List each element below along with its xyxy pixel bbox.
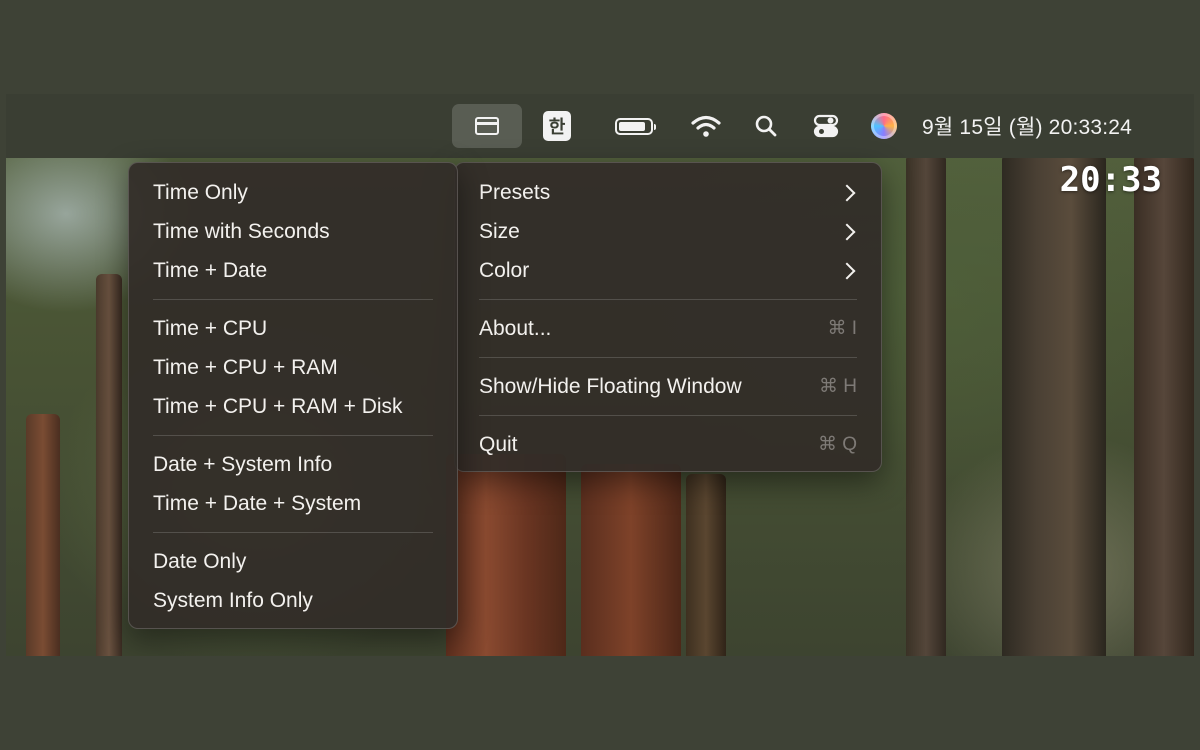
menu-separator	[479, 357, 857, 358]
input-method-label: 한	[542, 111, 572, 141]
floating-window-icon	[475, 117, 499, 135]
siri-button[interactable]	[864, 104, 904, 148]
menu-item-about[interactable]: About... ⌘ I	[455, 309, 881, 348]
tree-trunk	[26, 414, 60, 656]
preset-system-info-only[interactable]: System Info Only	[129, 581, 457, 620]
tree-trunk	[686, 474, 726, 656]
chevron-right-icon	[838, 184, 856, 201]
presets-submenu: Time Only Time with Seconds Time + Date …	[128, 162, 458, 629]
app-dropdown-menu: Presets Size Color About... ⌘ I Show/Hid…	[454, 162, 882, 472]
menubar-app-button[interactable]	[452, 104, 522, 148]
menu-item-label: Time with Seconds	[153, 219, 330, 243]
menu-item-label: Show/Hide Floating Window	[479, 374, 742, 398]
menu-item-quit[interactable]: Quit ⌘ Q	[455, 425, 881, 464]
menu-item-label: About...	[479, 316, 552, 340]
tree-trunk	[96, 274, 122, 656]
preset-time-date-system[interactable]: Time + Date + System	[129, 484, 457, 523]
wifi-icon	[691, 115, 721, 137]
preset-date-only[interactable]: Date Only	[129, 542, 457, 581]
chevron-right-icon	[838, 223, 856, 240]
menu-item-presets[interactable]: Presets	[455, 173, 881, 212]
menu-separator	[153, 532, 433, 533]
menu-separator	[153, 435, 433, 436]
chevron-right-icon	[838, 262, 856, 279]
desktop-screen: 한 9월 15일 (월) 20:33:24 20:33 Presets Size…	[6, 94, 1194, 656]
preset-time-cpu[interactable]: Time + CPU	[129, 309, 457, 348]
menu-item-shortcut: ⌘ H	[819, 376, 857, 397]
menu-item-label: Time + Date + System	[153, 491, 362, 515]
spotlight-button[interactable]	[748, 104, 784, 148]
menu-item-label: Date + System Info	[153, 452, 333, 476]
battery-icon	[615, 117, 656, 135]
tree-trunk	[1002, 154, 1106, 656]
menubar-clock[interactable]: 9월 15일 (월) 20:33:24	[922, 104, 1172, 148]
menu-separator	[479, 299, 857, 300]
stage: 한 9월 15일 (월) 20:33:24 20:33 Presets Size…	[0, 0, 1200, 750]
menu-item-color[interactable]: Color	[455, 251, 881, 290]
menu-item-label: System Info Only	[153, 588, 313, 612]
menu-item-label: Time + Date	[153, 258, 268, 282]
menu-item-label: Date Only	[153, 549, 247, 573]
tree-trunk	[1134, 154, 1194, 656]
tree-trunk	[446, 454, 566, 656]
menu-item-label: Time + CPU + RAM	[153, 355, 338, 379]
menu-separator	[153, 299, 433, 300]
siri-icon	[871, 113, 897, 139]
menu-item-label: Time + CPU + RAM + Disk	[153, 394, 403, 418]
preset-time-cpu-ram[interactable]: Time + CPU + RAM	[129, 348, 457, 387]
menubar-clock-text: 9월 15일 (월) 20:33:24	[922, 116, 1133, 139]
preset-time-cpu-ram-disk[interactable]: Time + CPU + RAM + Disk	[129, 387, 457, 426]
menu-separator	[479, 415, 857, 416]
preset-date-system-info[interactable]: Date + System Info	[129, 445, 457, 484]
control-center-icon	[813, 114, 839, 138]
menu-item-shortcut: ⌘ Q	[817, 434, 857, 455]
input-method-button[interactable]: 한	[537, 104, 577, 148]
menu-item-label: Time + CPU	[153, 316, 268, 340]
wifi-button[interactable]	[686, 104, 726, 148]
menu-bar: 한 9월 15일 (월) 20:33:24	[6, 94, 1194, 158]
preset-time-date[interactable]: Time + Date	[129, 251, 457, 290]
menu-item-label: Quit	[479, 432, 518, 456]
menu-item-size[interactable]: Size	[455, 212, 881, 251]
search-icon	[755, 115, 777, 137]
menu-item-label: Presets	[479, 180, 551, 204]
battery-fill	[619, 121, 645, 131]
preset-time-with-seconds[interactable]: Time with Seconds	[129, 212, 457, 251]
tree-trunk	[581, 464, 681, 656]
floating-clock-window[interactable]: 20:33	[1060, 160, 1162, 200]
preset-time-only[interactable]: Time Only	[129, 173, 457, 212]
battery-button[interactable]	[606, 104, 662, 148]
menu-item-show-hide-floating-window[interactable]: Show/Hide Floating Window ⌘ H	[455, 367, 881, 406]
tree-trunk	[906, 154, 946, 656]
menu-item-label: Time Only	[153, 180, 248, 204]
menu-item-shortcut: ⌘ I	[827, 318, 857, 339]
control-center-button[interactable]	[806, 104, 846, 148]
menu-item-label: Size	[479, 219, 520, 243]
menu-item-label: Color	[479, 258, 530, 282]
